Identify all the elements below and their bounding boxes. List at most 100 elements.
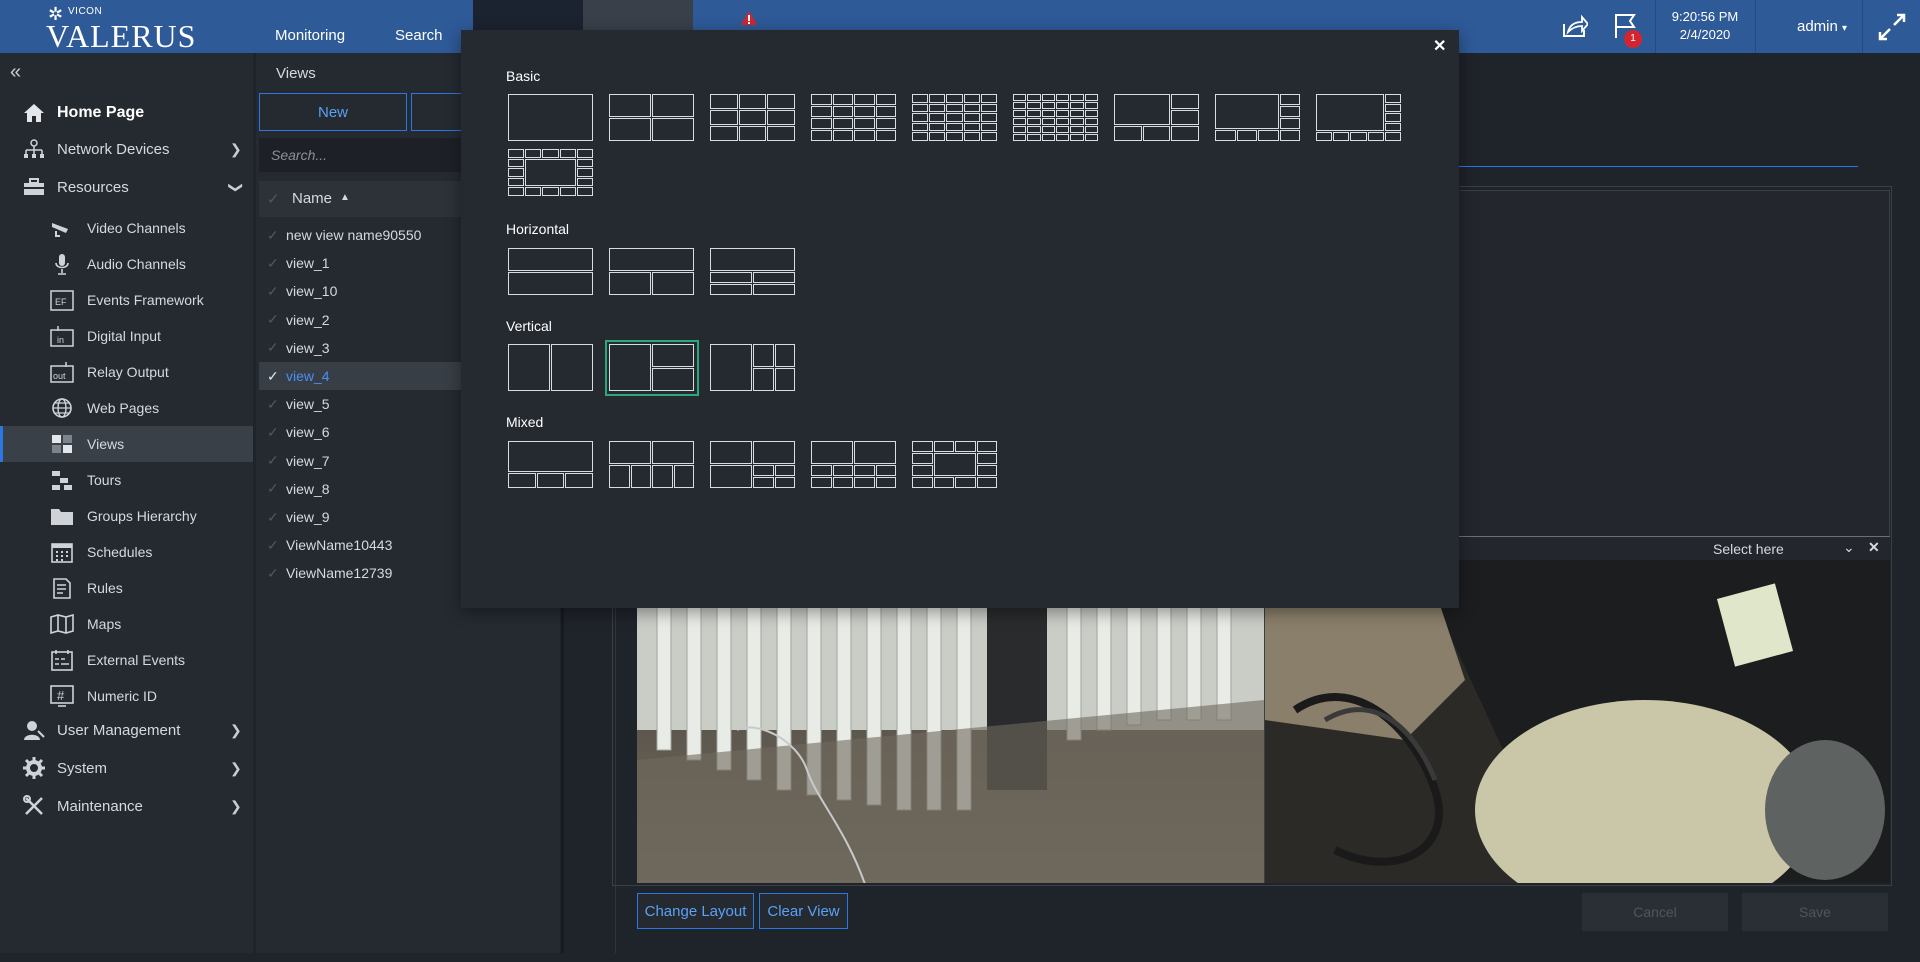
check-icon[interactable]: ✓	[267, 396, 279, 413]
sidebar-item-digital-input[interactable]: in Digital Input	[0, 318, 253, 354]
check-icon[interactable]: ✓	[267, 227, 279, 244]
check-icon[interactable]: ✓	[267, 255, 279, 272]
sidebar-item-relay-output[interactable]: out Relay Output	[0, 354, 253, 390]
layout-cell	[854, 106, 875, 117]
share-icon[interactable]	[1560, 12, 1588, 40]
layout-cell	[912, 94, 929, 103]
video-feed-1[interactable]	[637, 560, 1264, 883]
sidebar-item-views[interactable]: Views	[0, 426, 253, 462]
layout-option-vertical-1[interactable]	[507, 343, 595, 393]
layout-cell	[738, 126, 767, 141]
sidebar-item-tours[interactable]: Tours	[0, 462, 253, 498]
sidebar-item-video-channels[interactable]: Video Channels	[0, 210, 253, 246]
select-all-check-icon[interactable]: ✓	[267, 190, 280, 208]
sidebar-item-groups-hierarchy[interactable]: Groups Hierarchy	[0, 498, 253, 534]
toolbox-icon	[22, 175, 46, 199]
alert-icon[interactable]	[740, 10, 758, 26]
camera-select-bar[interactable]: Select here ⌄ ✕	[1458, 536, 1890, 560]
layout-option-basic-8[interactable]	[1214, 93, 1302, 143]
change-layout-button[interactable]: Change Layout	[637, 893, 754, 929]
check-icon[interactable]: ✓	[267, 565, 279, 582]
hash-icon: #	[50, 684, 74, 708]
sidebar-item-web-pages[interactable]: Web Pages	[0, 390, 253, 426]
layout-option-basic-5[interactable]	[911, 93, 999, 143]
layout-option-basic-2[interactable]	[608, 93, 696, 143]
nav-monitoring[interactable]: Monitoring	[275, 27, 345, 44]
layout-option-vertical-3[interactable]	[709, 343, 797, 393]
layout-option-basic-6[interactable]	[1012, 93, 1100, 143]
user-icon	[22, 718, 46, 742]
layout-option-basic-4[interactable]	[810, 93, 898, 143]
sidebar-item-numeric-id[interactable]: # Numeric ID	[0, 678, 253, 714]
sidebar-item-system[interactable]: System ❯	[0, 750, 253, 786]
sidebar-item-maps[interactable]: Maps	[0, 606, 253, 642]
new-view-button[interactable]: New	[259, 93, 407, 131]
layout-option-mixed-2[interactable]	[608, 440, 696, 490]
layout-cell	[609, 441, 651, 464]
save-button[interactable]: Save	[1742, 893, 1888, 931]
layout-cell	[536, 472, 565, 488]
chevron-down-icon[interactable]: ⌄	[1843, 539, 1855, 556]
collapse-sidebar-icon[interactable]: «	[10, 61, 21, 84]
layout-option-basic-1[interactable]	[507, 93, 595, 143]
layout-option-horizontal-3[interactable]	[709, 247, 797, 297]
sidebar-item-network-devices[interactable]: Network Devices ❯	[0, 131, 253, 167]
clear-view-button[interactable]: Clear View	[759, 893, 848, 929]
layout-cell	[1027, 118, 1041, 125]
nav-search[interactable]: Search	[395, 27, 443, 44]
sidebar-item-home[interactable]: Home Page	[0, 95, 253, 131]
layout-option-basic-7[interactable]	[1113, 93, 1201, 143]
check-icon[interactable]: ✓	[267, 537, 279, 554]
layout-option-basic-9[interactable]	[1315, 93, 1403, 143]
sidebar-item-schedules[interactable]: Schedules	[0, 534, 253, 570]
cancel-button[interactable]: Cancel	[1582, 893, 1728, 931]
layout-option-mixed-5[interactable]	[911, 440, 999, 490]
fullscreen-icon[interactable]	[1878, 13, 1906, 41]
layout-option-horizontal-1[interactable]	[507, 247, 595, 297]
layout-option-mixed-3[interactable]	[709, 440, 797, 490]
layout-option-mixed-1[interactable]	[507, 440, 595, 490]
user-menu[interactable]: admin ▾	[1797, 18, 1847, 35]
check-icon[interactable]: ✓	[267, 339, 279, 356]
sidebar-item-external-events[interactable]: External Events	[0, 642, 253, 678]
sidebar-item-label: External Events	[87, 652, 186, 668]
brand-small: VICON	[68, 6, 103, 17]
check-icon[interactable]: ✓	[267, 480, 279, 497]
close-icon[interactable]: ✕	[1868, 539, 1880, 556]
sidebar-item-resources[interactable]: Resources ❯	[0, 169, 253, 205]
layout-option-horizontal-2[interactable]	[608, 247, 696, 297]
clock-time: 9:20:56 PM	[1671, 9, 1739, 24]
view-name: ViewName10443	[286, 537, 393, 554]
layout-option-basic-3[interactable]	[709, 93, 797, 143]
layout-cell	[912, 103, 929, 113]
sidebar-item-events-framework[interactable]: EF Events Framework	[0, 282, 253, 318]
video-feed-2[interactable]	[1265, 560, 1890, 883]
close-icon[interactable]: ✕	[1433, 36, 1446, 56]
tab-slot-1[interactable]	[473, 0, 583, 30]
layout-cell	[1056, 126, 1070, 133]
section-vertical-title: Vertical	[506, 318, 552, 334]
layout-cell	[609, 118, 651, 141]
sidebar-item-maintenance[interactable]: Maintenance ❯	[0, 788, 253, 824]
layout-option-basic-10[interactable]	[507, 148, 595, 198]
svg-text:in: in	[57, 335, 64, 345]
view-name: view_3	[286, 339, 330, 356]
layout-cell	[1027, 110, 1041, 117]
tools-icon	[22, 794, 46, 818]
check-icon[interactable]: ✓	[267, 283, 279, 300]
layout-option-vertical-2[interactable]	[605, 340, 699, 396]
check-icon[interactable]: ✓	[267, 368, 279, 385]
sidebar-item-user-management[interactable]: User Management ❯	[0, 712, 253, 748]
tab-slot-2[interactable]	[583, 0, 693, 30]
layout-cell	[508, 149, 525, 158]
divider	[561, 608, 564, 953]
check-icon[interactable]: ✓	[267, 311, 279, 328]
layout-option-mixed-4[interactable]	[810, 440, 898, 490]
sidebar-item-audio-channels[interactable]: Audio Channels	[0, 246, 253, 282]
check-icon[interactable]: ✓	[267, 424, 279, 441]
column-name[interactable]: Name	[292, 190, 332, 207]
check-icon[interactable]: ✓	[267, 509, 279, 526]
svg-text:out: out	[53, 371, 66, 381]
sidebar-item-rules[interactable]: Rules	[0, 570, 253, 606]
check-icon[interactable]: ✓	[267, 452, 279, 469]
